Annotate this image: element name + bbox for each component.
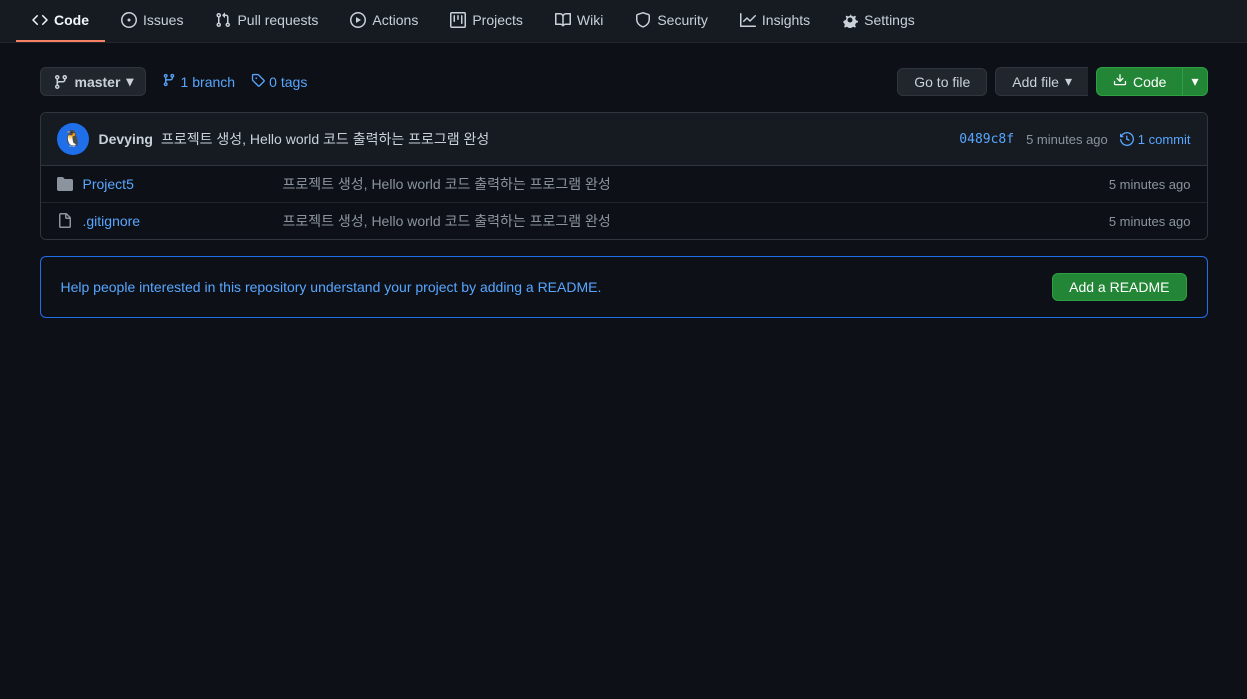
code-icon — [32, 12, 48, 28]
projects-icon — [450, 12, 466, 28]
nav-item-security[interactable]: Security — [619, 0, 724, 42]
branch-count-icon — [162, 73, 176, 90]
table-row: Project5 프로젝트 생성, Hello world 코드 출력하는 프로… — [41, 166, 1207, 203]
tags-count: 0 — [269, 74, 277, 90]
nav-label-projects: Projects — [472, 12, 523, 28]
commit-author[interactable]: Devying — [99, 131, 153, 147]
folder-icon — [57, 176, 73, 192]
file-rows-container: Project5 프로젝트 생성, Hello world 코드 출력하는 프로… — [41, 166, 1207, 239]
branches-count: 1 — [180, 74, 188, 90]
shield-icon — [635, 12, 651, 28]
commit-time: 5 minutes ago — [1026, 132, 1108, 147]
add-readme-button[interactable]: Add a README — [1052, 273, 1186, 301]
nav-label-pull-requests: Pull requests — [237, 12, 318, 28]
nav-item-wiki[interactable]: Wiki — [539, 0, 619, 42]
add-file-button[interactable]: Add file ▾ — [995, 67, 1088, 96]
nav-label-settings: Settings — [864, 12, 915, 28]
nav-item-insights[interactable]: Insights — [724, 0, 826, 42]
commit-message: 프로젝트 생성, Hello world 코드 출력하는 프로그램 완성 — [161, 129, 489, 149]
readme-text: Help people interested in this repositor… — [61, 279, 602, 295]
code-dropdown-chevron-icon: ▾ — [1191, 73, 1198, 90]
download-icon — [1113, 73, 1127, 90]
actions-icon — [350, 12, 366, 28]
avatar[interactable]: 🐧 — [57, 123, 89, 155]
settings-icon — [842, 12, 858, 28]
code-button-group: Code ▾ — [1096, 67, 1208, 96]
branch-name: master — [75, 74, 121, 90]
nav-item-code[interactable]: Code — [16, 0, 105, 42]
nav-item-issues[interactable]: Issues — [105, 0, 199, 42]
nav-label-insights: Insights — [762, 12, 810, 28]
readme-banner: Help people interested in this repositor… — [40, 256, 1208, 318]
chevron-down-icon: ▾ — [126, 73, 133, 90]
branches-link[interactable]: 1 branch — [162, 73, 235, 90]
file-commit-message: 프로젝트 생성, Hello world 코드 출력하는 프로그램 완성 — [283, 174, 1093, 194]
nav-label-issues: Issues — [143, 12, 183, 28]
code-label: Code — [1133, 74, 1166, 90]
tags-label: tags — [281, 74, 307, 90]
nav-label-wiki: Wiki — [577, 12, 603, 28]
top-nav: Code Issues Pull requests Actions Projec… — [0, 0, 1247, 43]
nav-label-code: Code — [54, 12, 89, 28]
insights-icon — [740, 12, 756, 28]
commit-count-link[interactable]: 1 commit — [1120, 132, 1191, 147]
nav-item-settings[interactable]: Settings — [826, 0, 931, 42]
go-to-file-button[interactable]: Go to file — [897, 68, 987, 96]
add-file-group: Add file ▾ — [995, 67, 1088, 96]
commit-info: Devying 프로젝트 생성, Hello world 코드 출력하는 프로그… — [99, 129, 950, 149]
file-time: 5 minutes ago — [1109, 177, 1191, 192]
add-file-label: Add file — [1012, 74, 1059, 90]
toolbar: master ▾ 1 branch 0 tags Go t — [40, 67, 1208, 96]
commit-meta: 0489c8f 5 minutes ago 1 commit — [959, 132, 1190, 147]
toolbar-right: Go to file Add file ▾ Code ▾ — [897, 67, 1207, 96]
file-browser: 🐧 Devying 프로젝트 생성, Hello world 코드 출력하는 프… — [40, 112, 1208, 240]
pull-request-icon — [215, 12, 231, 28]
branch-selector[interactable]: master ▾ — [40, 67, 147, 96]
table-row: .gitignore 프로젝트 생성, Hello world 코드 출력하는 … — [41, 203, 1207, 239]
file-name[interactable]: .gitignore — [83, 213, 283, 229]
nav-label-actions: Actions — [372, 12, 418, 28]
nav-item-actions[interactable]: Actions — [334, 0, 434, 42]
nav-item-projects[interactable]: Projects — [434, 0, 539, 42]
branch-icon — [53, 74, 69, 90]
code-button[interactable]: Code — [1096, 67, 1182, 96]
tag-icon — [251, 73, 265, 90]
file-commit-message: 프로젝트 생성, Hello world 코드 출력하는 프로그램 완성 — [283, 211, 1093, 231]
nav-label-security: Security — [657, 12, 708, 28]
main-content: master ▾ 1 branch 0 tags Go t — [24, 43, 1224, 342]
wiki-icon — [555, 12, 571, 28]
commit-hash[interactable]: 0489c8f — [959, 132, 1014, 147]
commit-count-label: 1 commit — [1138, 132, 1191, 147]
commit-header: 🐧 Devying 프로젝트 생성, Hello world 코드 출력하는 프… — [41, 113, 1207, 166]
file-time: 5 minutes ago — [1109, 214, 1191, 229]
file-name[interactable]: Project5 — [83, 176, 283, 192]
tags-link[interactable]: 0 tags — [251, 73, 307, 90]
code-dropdown-button[interactable]: ▾ — [1182, 67, 1207, 96]
issues-icon — [121, 12, 137, 28]
file-icon — [57, 213, 73, 229]
go-to-file-label: Go to file — [914, 74, 970, 90]
add-file-chevron-icon: ▾ — [1065, 73, 1072, 90]
branches-label: branch — [192, 74, 235, 90]
meta-links: 1 branch 0 tags — [162, 73, 307, 90]
nav-item-pull-requests[interactable]: Pull requests — [199, 0, 334, 42]
